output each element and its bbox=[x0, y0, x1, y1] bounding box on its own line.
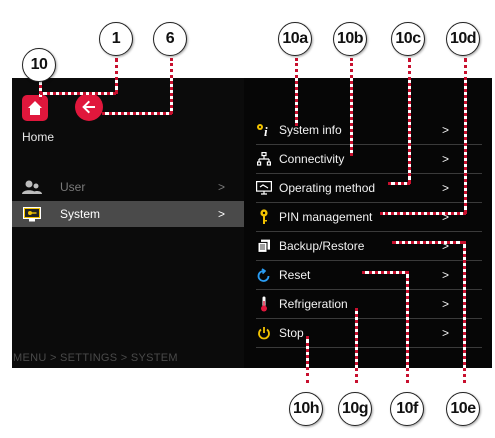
copy-icon bbox=[256, 238, 272, 254]
leader-line bbox=[170, 58, 173, 114]
network-icon bbox=[256, 151, 272, 167]
leader-line bbox=[392, 241, 464, 244]
callout-6: 6 bbox=[153, 22, 187, 56]
chevron-right-icon: > bbox=[442, 123, 450, 137]
chevron-right-icon: > bbox=[442, 152, 450, 166]
reset-icon bbox=[256, 267, 272, 283]
menu-item-label: Connectivity bbox=[279, 152, 345, 166]
leader-line bbox=[306, 336, 309, 383]
leader-line bbox=[463, 241, 466, 383]
menu-item-reset[interactable]: Reset > bbox=[256, 261, 482, 290]
menu-item-stop[interactable]: Stop > bbox=[256, 319, 482, 348]
leader-line bbox=[362, 271, 408, 274]
menu-item-label: Stop bbox=[279, 326, 304, 340]
leader-line bbox=[406, 271, 409, 383]
callout-10h: 10h bbox=[289, 392, 323, 426]
callout-10e: 10e bbox=[446, 392, 480, 426]
power-icon bbox=[256, 325, 272, 341]
system-info-icon: i bbox=[256, 122, 272, 138]
menu-item-label: PIN management bbox=[279, 210, 373, 224]
back-button[interactable] bbox=[75, 93, 103, 121]
chevron-right-icon: > bbox=[442, 297, 450, 311]
monitor-icon bbox=[256, 180, 272, 196]
sidebar: Home User > System > MENU > SETTINGS > S… bbox=[12, 78, 244, 368]
callout-1: 1 bbox=[99, 22, 133, 56]
callout-10d: 10d bbox=[446, 22, 480, 56]
leader-line bbox=[115, 58, 118, 94]
menu-item-label: Operating method bbox=[279, 181, 376, 195]
arrow-left-icon bbox=[82, 100, 95, 114]
leader-line bbox=[102, 112, 172, 115]
leader-line bbox=[355, 308, 358, 383]
key-icon bbox=[256, 209, 272, 225]
callout-10g: 10g bbox=[338, 392, 372, 426]
leader-line bbox=[295, 58, 298, 126]
leader-line bbox=[350, 58, 353, 156]
leader-line bbox=[380, 212, 466, 215]
menu-item-connectivity[interactable]: Connectivity > bbox=[256, 145, 482, 174]
chevron-right-icon: > bbox=[442, 268, 450, 282]
menu-item-label: System info bbox=[279, 123, 342, 137]
thermometer-icon bbox=[256, 296, 272, 312]
breadcrumb: MENU > SETTINGS > SYSTEM bbox=[13, 352, 178, 364]
leader-line bbox=[464, 58, 467, 214]
monitor-key-icon bbox=[22, 206, 42, 222]
device-screen: Home User > System > MENU > SETTINGS > S… bbox=[12, 78, 492, 368]
menu-item-system-info[interactable]: i System info > bbox=[256, 116, 482, 145]
leader-line bbox=[40, 92, 116, 95]
menu-item-backup-restore[interactable]: Backup/Restore > bbox=[256, 232, 482, 261]
menu-item-refrigeration[interactable]: Refrigeration > bbox=[256, 290, 482, 319]
users-icon bbox=[22, 179, 42, 195]
menu-item-label: Refrigeration bbox=[279, 297, 348, 311]
sidebar-item-label: User bbox=[60, 180, 86, 194]
svg-text:i: i bbox=[264, 124, 268, 137]
callout-10: 10 bbox=[22, 48, 56, 82]
callout-10a: 10a bbox=[278, 22, 312, 56]
callout-10f: 10f bbox=[390, 392, 424, 426]
chevron-right-icon: > bbox=[218, 207, 226, 221]
callout-10c: 10c bbox=[391, 22, 425, 56]
home-icon bbox=[28, 101, 42, 115]
menu-item-label: Backup/Restore bbox=[279, 239, 365, 253]
leader-line bbox=[388, 182, 410, 185]
sidebar-item-system[interactable]: System > bbox=[12, 201, 244, 227]
menu-item-label: Reset bbox=[279, 268, 311, 282]
home-button[interactable] bbox=[22, 95, 48, 121]
callout-10b: 10b bbox=[333, 22, 367, 56]
menu-item-operating-method[interactable]: Operating method > bbox=[256, 174, 482, 203]
system-menu: i System info > Connectivity > Operating… bbox=[256, 116, 482, 348]
chevron-right-icon: > bbox=[442, 326, 450, 340]
leader-line bbox=[408, 58, 411, 184]
home-label: Home bbox=[22, 130, 55, 144]
sidebar-item-label: System bbox=[60, 207, 101, 221]
chevron-right-icon: > bbox=[218, 180, 226, 194]
sidebar-item-user[interactable]: User > bbox=[12, 174, 244, 200]
chevron-right-icon: > bbox=[442, 181, 450, 195]
menu-item-pin-management[interactable]: PIN management > bbox=[256, 203, 482, 232]
